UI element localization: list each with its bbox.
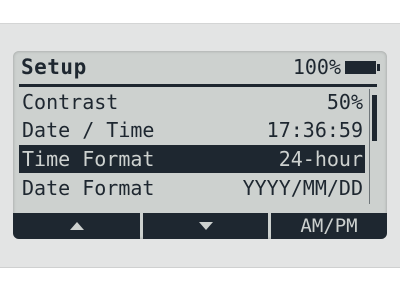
- setting-row-date-format[interactable]: Date Format YYYY/MM/DD: [19, 174, 365, 202]
- setting-row-contrast[interactable]: Contrast 50%: [19, 88, 365, 116]
- setting-value: 24-hour: [278, 147, 363, 171]
- setting-label: Time Format: [22, 147, 155, 171]
- scrollbar-thumb[interactable]: [372, 95, 377, 141]
- softkey-bar: AM/PM: [13, 213, 387, 239]
- setting-value: 17:36:59: [266, 118, 363, 142]
- softkey-ampm-button[interactable]: AM/PM: [271, 213, 387, 239]
- screen-header: Setup 100%: [13, 51, 387, 84]
- lcd-screen: Setup 100% Contrast 50% Date / Time 17:3…: [13, 51, 387, 239]
- battery-percentage: 100%: [292, 55, 341, 79]
- setting-label: Contrast: [22, 90, 119, 114]
- up-arrow-icon: [69, 221, 84, 230]
- softkey-down-button[interactable]: [143, 213, 268, 239]
- battery-full-icon: [345, 61, 380, 74]
- scrollbar[interactable]: [369, 89, 379, 204]
- setting-value: 50%: [326, 90, 363, 114]
- setting-label: Date Format: [22, 176, 155, 200]
- page-title: Setup: [21, 55, 87, 79]
- setting-value: YYYY/MM/DD: [242, 176, 363, 200]
- header-divider: [19, 84, 377, 87]
- down-arrow-icon: [198, 221, 213, 230]
- setting-row-time-format[interactable]: Time Format 24-hour: [19, 145, 365, 173]
- setting-row-date-time[interactable]: Date / Time 17:36:59: [19, 116, 365, 144]
- softkey-up-button[interactable]: [13, 213, 140, 239]
- softkey-label: AM/PM: [300, 215, 358, 237]
- settings-list: Contrast 50% Date / Time 17:36:59 Time F…: [19, 88, 365, 208]
- setting-label: Date / Time: [22, 118, 155, 142]
